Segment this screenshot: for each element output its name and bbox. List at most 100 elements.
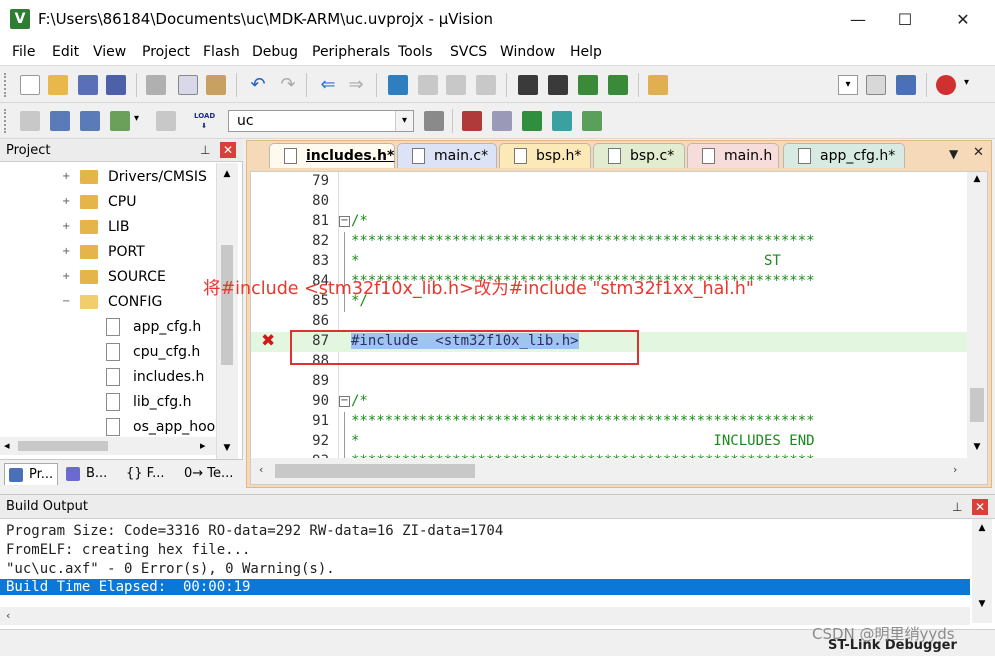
- scroll-right-icon[interactable]: ▸: [200, 439, 206, 452]
- paste-icon[interactable]: [206, 75, 226, 95]
- scroll-up-icon[interactable]: ▲: [217, 165, 237, 183]
- build-icon[interactable]: [50, 111, 70, 131]
- code-line[interactable]: 82 *************************************…: [251, 232, 986, 252]
- menu-window[interactable]: Window: [500, 44, 555, 60]
- navigate-forward-icon[interactable]: ⇒: [346, 75, 366, 95]
- close-icon[interactable]: ✕: [973, 145, 984, 160]
- debug-dropdown[interactable]: ▾: [964, 77, 969, 88]
- tab-bsp-c[interactable]: bsp.c*: [593, 143, 685, 168]
- project-vertical-scrollbar[interactable]: ▲ ▼: [216, 163, 238, 459]
- undo-icon[interactable]: ↶: [248, 75, 268, 95]
- redo-icon[interactable]: ↷: [278, 75, 298, 95]
- code-line[interactable]: 92 * INCLUDES END: [251, 432, 986, 452]
- tab-app-cfg-h[interactable]: app_cfg.h*: [783, 143, 905, 168]
- tab-main-c[interactable]: main.c*: [397, 143, 497, 168]
- find-dropdown[interactable]: ▾: [838, 75, 858, 95]
- uncomment-icon[interactable]: [608, 75, 628, 95]
- close-window-button[interactable]: ✕: [940, 0, 986, 40]
- menu-flash[interactable]: Flash: [203, 44, 240, 60]
- tab-list-dropdown-icon[interactable]: ▼: [949, 147, 958, 161]
- toolbar-grip[interactable]: [4, 73, 7, 97]
- close-icon[interactable]: ✕: [220, 142, 236, 158]
- fold-toggle-icon[interactable]: −: [339, 396, 350, 407]
- menu-project[interactable]: Project: [142, 44, 190, 60]
- menu-tools[interactable]: Tools: [398, 44, 433, 60]
- tab-templates[interactable]: 0→ Te...: [178, 463, 240, 485]
- tab-includes-h[interactable]: includes.h*: [269, 143, 395, 168]
- scroll-left-icon[interactable]: ‹: [6, 609, 10, 622]
- find-in-files-icon[interactable]: [648, 75, 668, 95]
- code-line[interactable]: 86: [251, 312, 986, 332]
- fold-toggle-icon[interactable]: −: [339, 216, 350, 227]
- comment-icon[interactable]: [578, 75, 598, 95]
- scroll-down-icon[interactable]: ▼: [972, 599, 992, 609]
- cut-icon[interactable]: [146, 75, 166, 95]
- menu-edit[interactable]: Edit: [52, 44, 79, 60]
- save-icon[interactable]: [78, 75, 98, 95]
- pin-icon[interactable]: ⊥: [952, 500, 962, 514]
- options-for-target-icon[interactable]: [424, 111, 444, 131]
- clear-bookmarks-icon[interactable]: [476, 75, 496, 95]
- code-line[interactable]: 90 − /*: [251, 392, 986, 412]
- stop-build-icon[interactable]: [156, 111, 176, 131]
- menu-help[interactable]: Help: [570, 44, 602, 60]
- open-file-icon[interactable]: [48, 75, 68, 95]
- expand-icon[interactable]: +: [62, 172, 71, 182]
- code-line[interactable]: 80: [251, 192, 986, 212]
- expand-icon[interactable]: +: [62, 222, 71, 232]
- batch-build-dropdown[interactable]: ▾: [134, 113, 139, 124]
- code-line[interactable]: 91 *************************************…: [251, 412, 986, 432]
- tab-books[interactable]: B...: [62, 463, 116, 485]
- scroll-right-icon[interactable]: ›: [953, 463, 957, 476]
- toolbar-grip[interactable]: [4, 109, 7, 133]
- next-bookmark-icon[interactable]: [446, 75, 466, 95]
- output-vertical-scrollbar[interactable]: ▲ ▼: [972, 519, 992, 623]
- menu-debug[interactable]: Debug: [252, 44, 298, 60]
- prev-bookmark-icon[interactable]: [418, 75, 438, 95]
- indent-icon[interactable]: [518, 75, 538, 95]
- editor-horizontal-scrollbar[interactable]: ‹ ›: [251, 458, 987, 484]
- select-packs-icon[interactable]: [492, 111, 512, 131]
- code-line[interactable]: 81 − /*: [251, 212, 986, 232]
- software-packs-icon[interactable]: [582, 111, 602, 131]
- batch-build-icon[interactable]: [110, 111, 130, 131]
- tab-main-h[interactable]: main.h: [687, 143, 779, 168]
- expand-icon[interactable]: +: [62, 197, 71, 207]
- scroll-down-icon[interactable]: ▼: [967, 442, 987, 452]
- menu-peripherals[interactable]: Peripherals: [312, 44, 390, 60]
- bookmark-icon[interactable]: [388, 75, 408, 95]
- pin-icon[interactable]: ⊥: [200, 143, 210, 157]
- new-file-icon[interactable]: [20, 75, 40, 95]
- code-line[interactable]: 79: [251, 172, 986, 192]
- project-horizontal-scrollbar[interactable]: ◂ ▸: [0, 437, 216, 455]
- menu-svcs[interactable]: SVCS: [450, 44, 487, 60]
- editor-vertical-scrollbar[interactable]: ▲ ▼: [967, 172, 987, 458]
- code-editor[interactable]: 79 80 81 − /* 82 ***********************…: [250, 171, 988, 485]
- pack-installer-icon[interactable]: [552, 111, 572, 131]
- scroll-up-icon[interactable]: ▲: [967, 174, 987, 184]
- rebuild-icon[interactable]: [80, 111, 100, 131]
- tab-bsp-h[interactable]: bsp.h*: [499, 143, 591, 168]
- target-select[interactable]: uc ▾: [228, 110, 414, 132]
- menu-view[interactable]: View: [93, 44, 126, 60]
- scrollbar-thumb[interactable]: [970, 388, 984, 422]
- minimize-button[interactable]: —: [835, 0, 881, 40]
- save-all-icon[interactable]: [106, 75, 126, 95]
- code-line[interactable]: 83 * ST: [251, 252, 986, 272]
- scrollbar-thumb[interactable]: [18, 441, 108, 451]
- collapse-icon[interactable]: −: [62, 297, 71, 307]
- scroll-up-icon[interactable]: ▲: [972, 523, 992, 533]
- close-icon[interactable]: ✕: [972, 499, 988, 515]
- navigate-back-icon[interactable]: ⇐: [318, 75, 338, 95]
- tab-functions[interactable]: {} F...: [118, 463, 176, 485]
- debug-session-icon[interactable]: [936, 75, 956, 95]
- manage-project-items-icon[interactable]: [462, 111, 482, 131]
- output-line-selected[interactable]: Build Time Elapsed: 00:00:19: [0, 579, 970, 595]
- menu-file[interactable]: File: [12, 44, 35, 60]
- tab-project[interactable]: Pr...: [4, 463, 58, 485]
- incremental-find-icon[interactable]: [896, 75, 916, 95]
- scroll-down-icon[interactable]: ▼: [217, 439, 237, 457]
- translate-icon[interactable]: [20, 111, 40, 131]
- scrollbar-thumb[interactable]: [221, 245, 233, 365]
- copy-icon[interactable]: [178, 75, 198, 95]
